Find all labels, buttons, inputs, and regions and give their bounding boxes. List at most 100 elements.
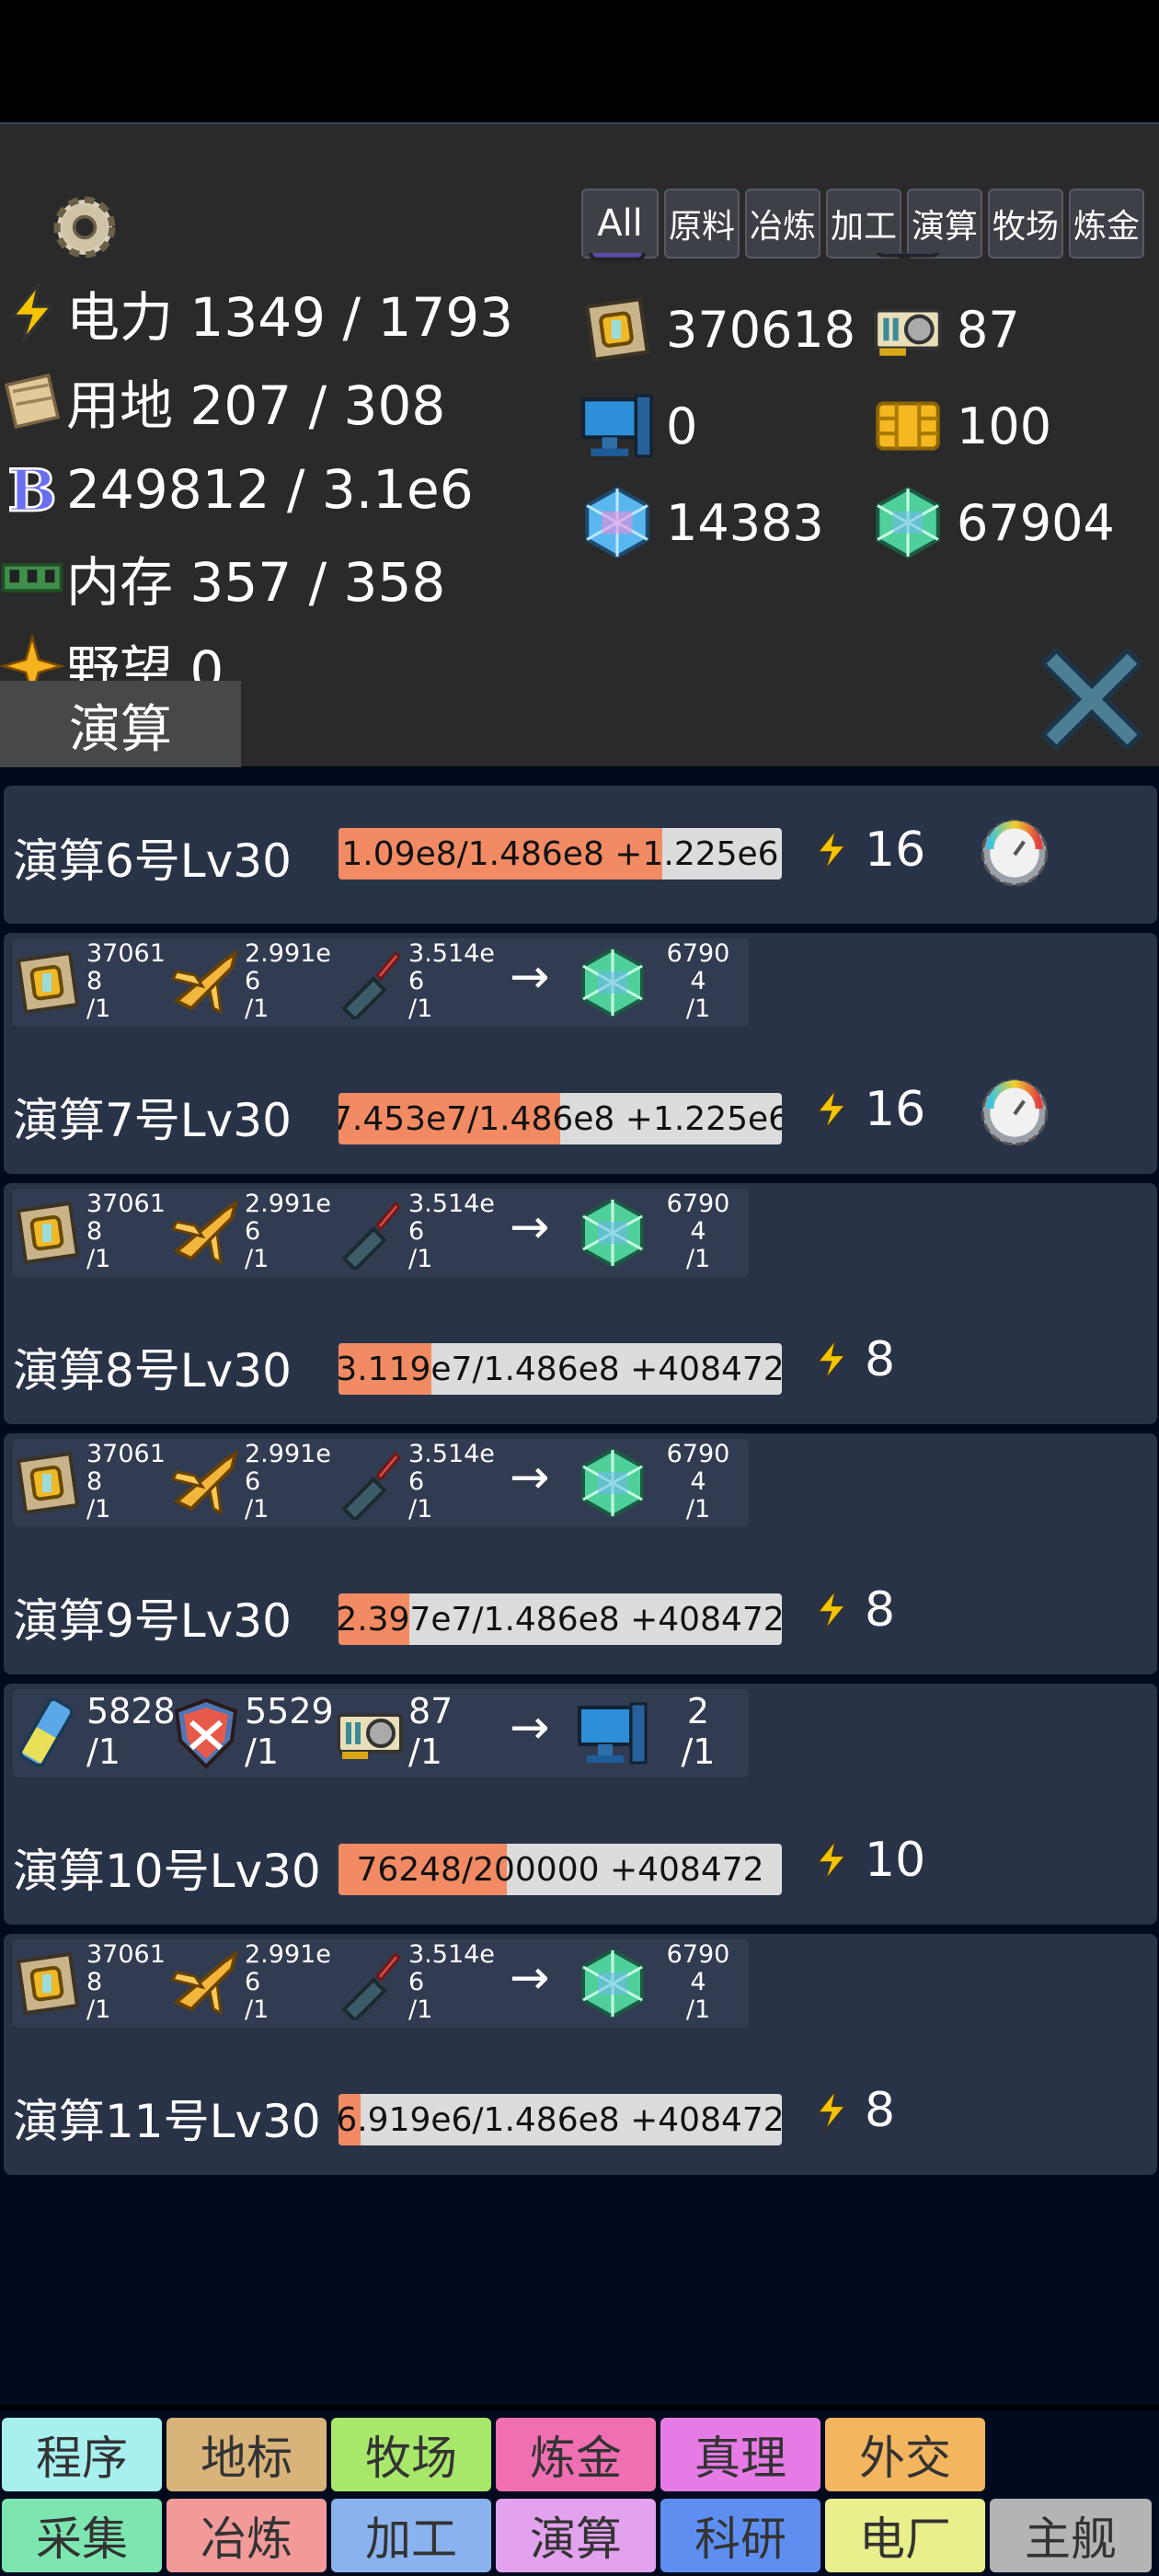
progress-bar: 76248/200000 +408472 [339,1844,782,1895]
speedometer-icon[interactable] [977,813,1052,889]
green-crystal-icon [576,1947,649,2020]
machine-card[interactable]: 演算6号Lv30 1.09e8/1.486e8 +1.225e6 16 [4,786,1157,924]
progress-bar: 1.09e8/1.486e8 +1.225e6 [339,828,782,880]
filter-bar: All 原料 冶炼 加工 演算 牧场 炼金 [581,189,1144,259]
recipe-input-amount: 37061 8 /1 [86,1190,166,1273]
resource-item: 19181 [870,253,1115,277]
machine-name: 演算9号Lv30 [13,1594,292,1648]
jet-icon [169,1947,243,2020]
stat-text: 内存 357 / 358 [66,551,446,614]
gold-cartridge-icon [11,946,85,1019]
gold-cartridge-icon [11,1196,85,1270]
recipe-input-amount: 2.991e 6 /1 [245,1190,331,1273]
cartridge-icon [580,253,655,270]
resource-value: 19181 [957,253,1115,262]
computer-icon [580,388,655,464]
machine-card[interactable]: 5828 /1 5529 /1 87 /1 → 2 /1 演算10号Lv30 76248/2… [4,1684,1157,1925]
filter-tab[interactable]: 演算 [907,189,982,259]
power-value: 8 [865,1332,896,1387]
recipe-input-amount: 37061 8 /1 [86,1940,166,2024]
nav-button[interactable]: 演算 [496,2499,656,2572]
close-icon[interactable] [1041,649,1142,750]
recipe-input-amount: 3.514e 6 /1 [408,1190,495,1273]
recipe-row: 5828 /1 5529 /1 87 /1 → 2 /1 [13,1689,749,1777]
nav-button[interactable]: 外交 [825,2418,985,2491]
filter-all[interactable]: All [581,189,659,259]
recipe-output-amount: 6790 4 /1 [666,939,730,1023]
power-usage: 16 [808,1082,925,1137]
nav-button[interactable]: 牧场 [331,2418,491,2491]
machine-card[interactable]: 37061 8 /1 2.991e 6 /1 3.514e 6 /1 → 6790 4 … [4,1183,1157,1424]
nav-button[interactable]: 真理 [660,2418,820,2491]
blue-crystal-icon [580,485,655,560]
recipe-row: 37061 8 /1 2.991e 6 /1 3.514e 6 /1 → 6790 4 … [13,1189,749,1277]
resource-value: 0 [666,397,698,455]
resource-item: 0 [580,382,697,470]
machine-card[interactable]: 37061 8 /1 2.991e 6 /1 3.514e 6 /1 → 6790 4 … [4,1934,1157,2175]
nav-button[interactable]: 地标 [166,2418,327,2491]
graphics-card-icon [333,1696,407,1770]
syringe-icon [333,1446,407,1523]
power-usage: 8 [808,2083,895,2138]
lightning-icon [808,1332,855,1387]
filter-tab[interactable]: 炼金 [1069,189,1144,259]
progress-bar: 2.397e7/1.486e8 +408472 [339,1593,782,1645]
stat-text: 用地 207 / 308 [66,374,446,437]
power-usage: 8 [808,1332,895,1387]
recipe-row: 37061 8 /1 2.991e 6 /1 3.514e 6 /1 → 6790 4 … [13,1939,749,2028]
resource-value: 191611 [666,253,855,262]
section-tab[interactable]: 演算 [0,681,241,769]
filter-tab[interactable]: 加工 [826,189,901,259]
chip-blue-icon [870,253,946,270]
power-value: 8 [865,2083,896,2138]
nav-button[interactable]: 科研 [660,2499,820,2572]
recipe-input-amount: 37061 8 /1 [86,1440,166,1524]
stat-text: 249812 / 3.1e6 [66,458,474,521]
jet-icon [169,1446,243,1520]
filter-tab[interactable]: 冶炼 [745,189,820,259]
machine-name: 演算11号Lv30 [13,2095,321,2148]
machine-name: 演算6号Lv30 [13,834,292,888]
nav-button[interactable]: 程序 [2,2418,162,2491]
arrow: → [510,1950,550,2006]
resource-item: 14383 [580,478,824,567]
recipe-input-amount: 2.991e 6 /1 [245,1440,331,1524]
status-panel: 电力 1349 / 1793 用地 207 / 308 B 249812 / 3.1e… [0,122,1159,769]
power-usage: 10 [808,1833,925,1888]
resource-value: 14383 [666,493,824,552]
resource-item: 67904 [870,478,1115,567]
nav-button[interactable]: 炼金 [496,2418,656,2491]
machine-list[interactable]: 演算6号Lv30 1.09e8/1.486e8 +1.225e6 16 37061 8… [0,767,1159,2405]
recipe-output-amount: 6790 4 /1 [666,1190,730,1273]
recipe-input-amount: 3.514e 6 /1 [408,939,495,1023]
speedometer-icon[interactable] [977,1073,1052,1148]
recipe-input-amount: 2.991e 6 /1 [245,1940,331,2024]
sim-chip-icon [870,388,946,464]
recipe-input-amount: 3.514e 6 /1 [408,1940,495,2024]
arrow: → [510,1200,550,1255]
gold-cartridge-icon [580,292,655,367]
gold-cartridge-icon [11,1446,85,1520]
nav-button[interactable]: 采集 [2,2499,162,2572]
nav-button[interactable]: 主舰 [990,2499,1152,2572]
nav-button[interactable]: 冶炼 [166,2499,327,2572]
app-root: 电力 1349 / 1793 用地 207 / 308 B 249812 / 3.1e… [0,0,1159,2576]
lightning-icon [808,1082,855,1137]
machine-card[interactable]: 37061 8 /1 2.991e 6 /1 3.514e 6 /1 → 6790 4 … [4,1433,1157,1674]
nav-button[interactable]: 加工 [331,2499,491,2572]
gear-icon[interactable] [44,187,125,268]
resource-item: 87 [870,285,1020,374]
nav-button[interactable]: 电厂 [825,2499,985,2572]
arrow: → [510,949,550,1005]
lightning-icon [808,1582,855,1638]
resource-item: 191611 [580,253,855,277]
filter-tab[interactable]: 牧场 [988,189,1063,259]
recipe-input-amount: 2.991e 6 /1 [245,939,331,1023]
jet-icon [169,1196,243,1270]
progress-bar: 3.119e7/1.486e8 +408472 [339,1343,782,1395]
power-value: 16 [865,822,926,878]
filter-tab[interactable]: 原料 [664,189,740,259]
machine-card[interactable]: 37061 8 /1 2.991e 6 /1 3.514e 6 /1 → 6790 4 … [4,933,1157,1174]
progress-bar: 6.919e6/1.486e8 +408472 [339,2094,782,2145]
power-usage: 16 [808,822,925,878]
